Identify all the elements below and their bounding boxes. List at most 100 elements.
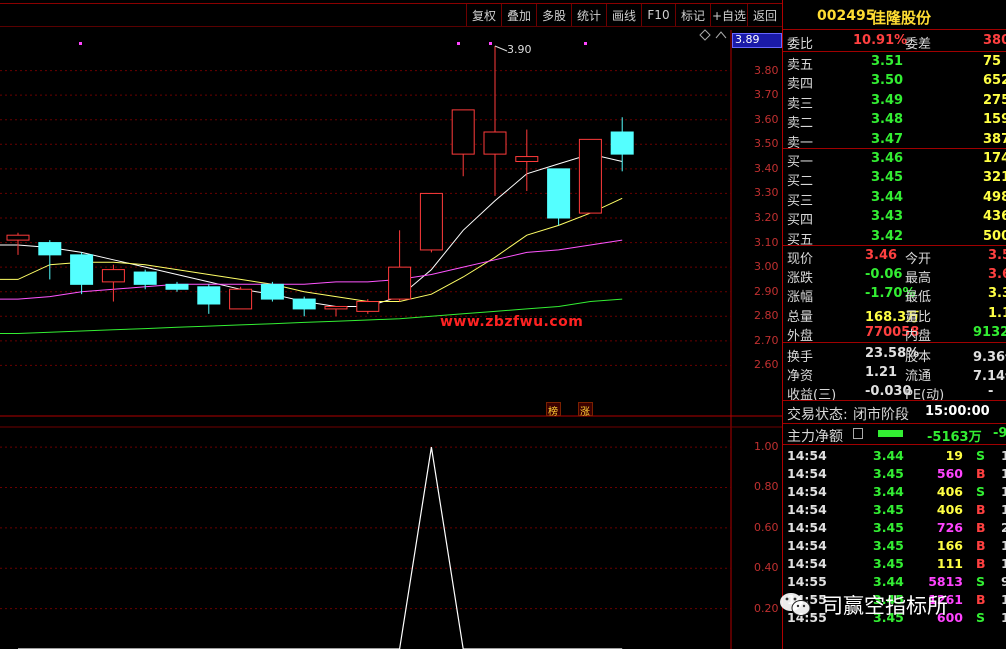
tick-row[interactable]: 14:54 3.45 111 B 1 [783, 555, 1006, 573]
candle[interactable] [324, 305, 348, 317]
trade-status-label: 交易状态: [787, 407, 848, 423]
y-axis-tick: 2.90 [754, 284, 779, 298]
tick-price: 3.44 [873, 484, 904, 499]
candle[interactable] [610, 117, 634, 172]
buy-label: 买一 [787, 155, 814, 170]
candle[interactable] [197, 284, 221, 314]
tick-side: B [976, 502, 986, 517]
trade-status-value: 闭市阶段 [853, 407, 909, 423]
sell-label: 卖五 [787, 58, 814, 73]
buy-price: 3.45 [871, 170, 904, 186]
badge-rank[interactable]: 榜 [546, 402, 561, 418]
main-flow-row: 主力净额 -5163万 -9 [783, 425, 1006, 445]
cursor-price: 3.89 [735, 33, 760, 46]
candle[interactable] [6, 232, 30, 255]
tick-price: 3.44 [873, 448, 904, 463]
tick-volume: 406 [936, 484, 963, 499]
candle[interactable] [70, 252, 94, 295]
candle[interactable] [292, 296, 316, 317]
candle[interactable] [451, 109, 475, 177]
candle[interactable] [229, 286, 253, 310]
buy-volume: 500 [983, 228, 1006, 244]
stat-row: 换手23.58%股本9.36亿 [783, 345, 1006, 365]
chevron-up-icon[interactable] [715, 31, 727, 39]
sell-label: 卖四 [787, 77, 814, 93]
candle[interactable] [101, 264, 125, 302]
candle[interactable] [38, 240, 62, 280]
sell-price: 3.51 [871, 54, 904, 69]
tick-count: 1 [1001, 466, 1006, 481]
tick-count: 1 [1001, 448, 1006, 463]
y-axis-tick: 3.60 [754, 112, 779, 126]
tick-time: 14:54 [787, 448, 827, 463]
candle[interactable] [419, 192, 443, 253]
y-axis-tick: 2.60 [754, 358, 779, 372]
sell-price: 3.49 [871, 92, 904, 108]
stat-label: 最高 [905, 271, 932, 287]
stat-label: 今开 [905, 252, 932, 267]
tick-price: 3.45 [873, 466, 904, 481]
tick-price: 3.45 [873, 556, 904, 571]
tick-row[interactable]: 14:54 3.45 726 B 2 [783, 519, 1006, 537]
tick-time: 14:54 [787, 484, 827, 499]
candle[interactable] [515, 129, 539, 191]
candle[interactable] [165, 281, 189, 292]
ma-line-3 [0, 239, 623, 300]
stat-value: 1.1 [988, 305, 1006, 321]
tick-side: B [976, 538, 986, 553]
stat-label: 流通 [905, 369, 932, 385]
stat-value: 9.36亿 [973, 350, 1006, 365]
y-axis-tick: 3.10 [754, 235, 779, 249]
main-flow-extra: -9 [993, 426, 1006, 441]
candle[interactable] [547, 168, 571, 226]
candle[interactable] [483, 46, 507, 196]
buy-label: 买二 [787, 174, 814, 190]
buy-label: 买三 [787, 193, 814, 209]
buy-row: 买二 3.45 321 [783, 169, 1006, 190]
diamond-icon[interactable] [699, 29, 711, 41]
tick-row[interactable]: 14:54 3.45 166 B 1 [783, 537, 1006, 555]
main-flow-value: -5163万 [927, 430, 982, 445]
list-icon[interactable] [853, 428, 863, 439]
tick-volume: 726 [936, 520, 963, 535]
stat-label: 净资 [787, 369, 814, 385]
y-axis-tick: 3.40 [754, 161, 779, 175]
stat-value: 3.6 [988, 267, 1006, 283]
trade-status-row: 交易状态: 闭市阶段 15:00:00 [783, 403, 1006, 423]
stat-row: 涨跌 -0.06最高 3.6 [783, 266, 1006, 287]
wecha-value: 380 [983, 33, 1006, 48]
trade-time: 15:00:00 [925, 404, 990, 419]
signal-marker [457, 42, 460, 45]
stock-code: 002495 [817, 8, 876, 24]
candle[interactable] [260, 281, 284, 302]
stat-value: 91326 [973, 324, 1006, 340]
sell-row: 卖四 3.50 652 [783, 72, 1006, 93]
badge-rise[interactable]: 涨 [578, 402, 593, 418]
stat-value: 3.5 [988, 248, 1006, 263]
tick-time: 14:54 [787, 538, 827, 553]
indicator-line [18, 447, 623, 649]
y-axis-tick: 3.50 [754, 137, 779, 151]
tick-row[interactable]: 14:54 3.44 19 S 1 [783, 447, 1006, 465]
sell-volume: 387 [983, 131, 1006, 147]
stat-row: 外盘770058内盘91326 [783, 324, 1006, 344]
tick-row[interactable]: 14:54 3.44 406 S 1 [783, 483, 1006, 501]
tick-price: 3.45 [873, 502, 904, 517]
tick-side: B [976, 556, 986, 571]
sell-row: 卖一 3.47 387 [783, 131, 1006, 151]
tick-row[interactable]: 14:54 3.45 406 B 1 [783, 501, 1006, 519]
stat-value: 3.46 [865, 248, 898, 263]
tick-row[interactable]: 14:54 3.45 560 B 1 [783, 465, 1006, 483]
candle[interactable] [578, 138, 602, 214]
buy-volume: 321 [983, 170, 1006, 186]
tick-time: 14:54 [787, 520, 827, 535]
kline-chart[interactable] [0, 0, 782, 649]
candle[interactable] [388, 230, 412, 302]
y-axis-tick: 2.70 [754, 333, 779, 347]
badge-rise-label: 涨 [580, 407, 590, 418]
candle[interactable] [356, 299, 380, 314]
tick-count: 1 [1001, 484, 1006, 499]
wechat-overlay: 司赢空指标所 [770, 586, 1006, 622]
stat-row: 现价 3.46 今开 3.5 [783, 247, 1006, 267]
sell-price: 3.47 [871, 131, 904, 147]
